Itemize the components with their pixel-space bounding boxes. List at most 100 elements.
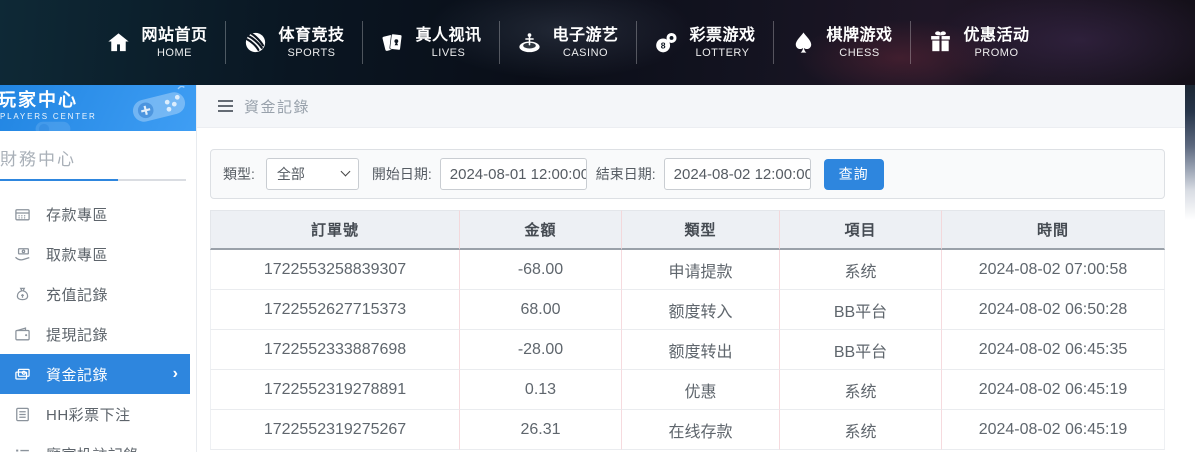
svg-text:8: 8 — [661, 41, 666, 51]
cell-order-no: 1722552319275267 — [210, 410, 460, 450]
sidebar-item-label: 取款專區 — [46, 244, 108, 265]
cell-order-no: 1722552333887698 — [210, 330, 460, 370]
start-date-input[interactable] — [440, 158, 587, 190]
nav-label-en: CASINO — [563, 47, 608, 59]
sidebar-menu: 存款專區 取款專區 充值記錄 提現記錄 — [0, 194, 196, 452]
nav-item-sports[interactable]: 体育竞技 SPORTS — [225, 14, 362, 72]
table-row: 1722552333887698 -28.00 额度转出 BB平台 2024-0… — [210, 330, 1165, 370]
breadcrumb-bar: 資金記錄 — [197, 85, 1185, 128]
nav-label-en: SPORTS — [287, 47, 335, 59]
withdrawal-record-icon — [14, 326, 31, 343]
cell-item: BB平台 — [780, 330, 942, 370]
nav-item-home[interactable]: 网站首页 HOME — [88, 14, 225, 72]
cell-item: 系统 — [780, 410, 942, 450]
sidebar-item-label: 充值記錄 — [46, 284, 108, 305]
nav-item-promo[interactable]: 优惠活动 PROMO — [910, 14, 1047, 72]
column-header-time: 時間 — [942, 210, 1165, 250]
finance-center-section-label: 財務中心 — [0, 145, 196, 170]
nav-item-chess[interactable]: 棋牌游戏 CHESS — [773, 14, 910, 72]
nav-label-zh: 棋牌游戏 — [826, 26, 892, 45]
nav-label-zh: 优惠活动 — [963, 26, 1029, 45]
sidebar-item-hh-lottery-bet[interactable]: HH彩票下注 — [0, 394, 190, 434]
table-header-row: 訂單號 金額 類型 項目 時間 — [210, 210, 1165, 250]
cell-order-no: 1722553258839307 — [210, 250, 460, 290]
cell-item: 系统 — [780, 250, 942, 290]
nav-item-lottery[interactable]: 8 彩票游戏 LOTTERY — [636, 14, 773, 72]
gamepad-icon — [127, 86, 191, 128]
gift-icon — [927, 29, 954, 56]
top-nav: 网站首页 HOME 体育竞技 SPORTS 真人视讯 LIVES — [0, 0, 1195, 85]
end-date-input[interactable] — [664, 158, 811, 190]
section-underline — [0, 179, 186, 181]
column-header-amount: 金額 — [460, 210, 622, 250]
gamepad-watermark-icon — [32, 115, 74, 131]
column-header-order-no: 訂單號 — [210, 210, 460, 250]
nav-label-zh: 网站首页 — [141, 26, 207, 45]
column-header-type: 類型 — [622, 210, 780, 250]
type-select-wrap: 全部 — [266, 158, 359, 190]
nav-item-lives[interactable]: 真人视讯 LIVES — [362, 14, 499, 72]
cell-amount: -68.00 — [460, 250, 622, 290]
sidebar-item-label: 廳室投註記錄 — [46, 444, 139, 452]
table-row: 1722553258839307 -68.00 申请提款 系统 2024-08-… — [210, 250, 1165, 290]
cell-amount: 68.00 — [460, 290, 622, 330]
sports-ball-icon — [242, 29, 269, 56]
sidebar-item-withdrawal-record[interactable]: 提現記錄 — [0, 314, 190, 354]
table-row: 1722552319275267 26.31 在线存款 系统 2024-08-0… — [210, 410, 1165, 450]
withdraw-zone-icon — [14, 246, 31, 263]
cell-time: 2024-08-02 06:45:19 — [942, 410, 1165, 450]
funds-record-table: 訂單號 金額 類型 項目 時間 1722553258839307 -68.00 … — [210, 210, 1165, 450]
cell-order-no: 1722552319278891 — [210, 370, 460, 410]
cell-time: 2024-08-02 06:50:28 — [942, 290, 1165, 330]
sidebar-item-funds-record[interactable]: 資金記錄 › — [0, 354, 190, 394]
sidebar-item-label: HH彩票下注 — [46, 404, 131, 425]
cell-time: 2024-08-02 06:45:19 — [942, 370, 1165, 410]
sidebar-item-label: 提現記錄 — [46, 324, 108, 345]
nav-label-en: LOTTERY — [695, 47, 749, 59]
cell-item: 系统 — [780, 370, 942, 410]
spade-icon — [790, 29, 817, 56]
cell-type: 额度转入 — [622, 290, 780, 330]
cell-amount: -28.00 — [460, 330, 622, 370]
deposit-zone-icon — [14, 206, 31, 223]
table-row: 1722552319278891 0.13 优惠 系统 2024-08-02 0… — [210, 370, 1165, 410]
playing-cards-icon — [379, 29, 406, 56]
chevron-right-icon: › — [173, 366, 178, 382]
lottery-bet-icon — [14, 406, 31, 423]
column-header-item: 項目 — [780, 210, 942, 250]
cell-type: 优惠 — [622, 370, 780, 410]
sidebar-item-label: 資金記錄 — [46, 364, 108, 385]
cell-item: BB平台 — [780, 290, 942, 330]
end-date-label: 結束日期: — [596, 164, 656, 184]
room-bet-record-icon — [14, 446, 31, 452]
nav-label-zh: 彩票游戏 — [689, 26, 755, 45]
start-date-label: 開始日期: — [372, 164, 432, 184]
sidebar-item-deposit-zone[interactable]: 存款專區 — [0, 194, 190, 234]
sidebar-item-withdraw-zone[interactable]: 取款專區 — [0, 234, 190, 274]
cell-order-no: 1722552627715373 — [210, 290, 460, 330]
table-row: 1722552627715373 68.00 额度转入 BB平台 2024-08… — [210, 290, 1165, 330]
billiard-balls-icon: 8 — [653, 29, 680, 56]
nav-label-zh: 体育竞技 — [278, 26, 344, 45]
sidebar-item-recharge-record[interactable]: 充值記錄 — [0, 274, 190, 314]
sidebar: 玩家中心 PLAYERS CENTER 財務中心 — [0, 85, 197, 452]
players-center-header: 玩家中心 PLAYERS CENTER — [0, 85, 196, 131]
nav-item-casino[interactable]: 电子游艺 CASINO — [499, 14, 636, 72]
cell-time: 2024-08-02 06:45:35 — [942, 330, 1165, 370]
home-icon — [105, 29, 132, 56]
nav-label-en: HOME — [157, 47, 192, 59]
search-button[interactable]: 查詢 — [824, 159, 884, 190]
sidebar-item-room-bet-record[interactable]: 廳室投註記錄 — [0, 434, 190, 452]
cell-type: 申请提款 — [622, 250, 780, 290]
roulette-icon — [516, 29, 543, 56]
recharge-record-icon — [14, 286, 31, 303]
nav-label-en: CHESS — [839, 47, 879, 59]
type-select[interactable]: 全部 — [266, 158, 359, 190]
filter-panel: 類型: 全部 開始日期: 結束日期: 查詢 — [210, 149, 1165, 199]
cell-amount: 26.31 — [460, 410, 622, 450]
nav-label-zh: 电子游艺 — [552, 26, 618, 45]
menu-toggle-icon[interactable] — [218, 100, 233, 112]
cell-type: 在线存款 — [622, 410, 780, 450]
main-content: 資金記錄 類型: 全部 開始日期: 結束日期: 查詢 訂單號 金額 類型 項目 … — [197, 85, 1185, 452]
nav-label-en: PROMO — [974, 47, 1018, 59]
